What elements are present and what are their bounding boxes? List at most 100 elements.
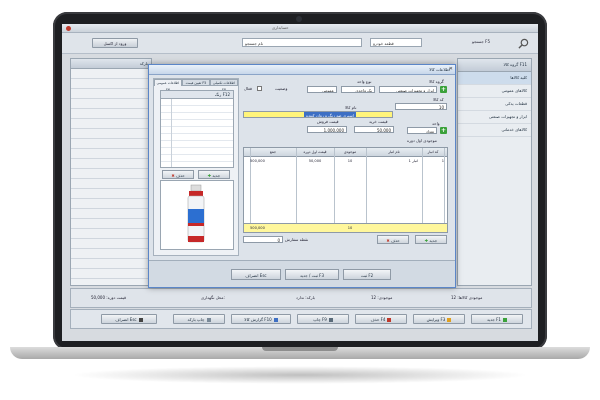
- save-button[interactable]: ثبت F2: [343, 269, 391, 280]
- name-search-input[interactable]: نام جستجو: [242, 38, 362, 47]
- action-bar: جدید F1 ویرایش F3 حذف F4 چاپ F9 گزارش کا…: [70, 309, 532, 329]
- stock-table[interactable]: کد انبار نام انبار موجودی قیمت اول دوره …: [243, 147, 448, 233]
- category-item-industrial[interactable]: ابزار و تجهیزات صنعتی: [458, 111, 531, 124]
- tab-pricing[interactable]: تعیین قیمت F5: [182, 79, 210, 86]
- search-icon[interactable]: [518, 38, 529, 49]
- unit-field[interactable]: تعداد: [407, 127, 437, 134]
- table-row[interactable]: 1 انبار 1 10 50,000 500,000: [244, 157, 447, 165]
- import-excel-button[interactable]: ورود از اکسل: [92, 38, 138, 48]
- plus-icon: [502, 317, 507, 322]
- print-button[interactable]: چاپ F9: [297, 314, 349, 324]
- barcode-print-button[interactable]: چاپ بارکد: [173, 314, 225, 324]
- products-grid[interactable]: بارکد: [70, 58, 152, 286]
- cancel-label: انصراف Esc: [115, 317, 137, 322]
- sell-price-label: قیمت فروش: [317, 119, 339, 124]
- name-field[interactable]: اسپری ضد زنگ و روان کننده: [243, 111, 393, 118]
- table-new-label: جدید: [429, 238, 438, 243]
- unit-add-icon[interactable]: +: [440, 127, 447, 134]
- product-dialog: اطلاعات کالا ✕ اطلاعات عمومی F6 تعیین قی…: [148, 64, 456, 288]
- group-add-icon[interactable]: +: [440, 86, 447, 93]
- group-search-input[interactable]: قطعه خودرو: [370, 38, 422, 47]
- status-sum: قیمت دوره: 50,000: [91, 295, 126, 300]
- active-checkbox[interactable]: [257, 86, 262, 91]
- name-label: نام کالا: [345, 105, 357, 110]
- tab-general-info[interactable]: اطلاعات عمومی F6: [154, 79, 182, 92]
- laptop-base-notch: [262, 347, 338, 351]
- stock-table-footer: 10 500,000: [244, 223, 447, 232]
- camera-icon: [296, 16, 302, 22]
- color-new-button[interactable]: ✚ جدید: [198, 170, 230, 179]
- row-period-price: 50,000: [308, 159, 322, 163]
- dialog-side-panel: اطلاعات عمومی F6 تعیین قیمت F5 اطلاعات ت…: [153, 78, 239, 256]
- new-button[interactable]: جدید F1: [471, 314, 523, 324]
- category-header: گروه کالا F11: [458, 59, 531, 72]
- status-stock: موجودی: 12: [371, 295, 393, 300]
- dialog-tabs: اطلاعات عمومی F6 تعیین قیمت F5 اطلاعات ت…: [154, 79, 238, 92]
- report-button[interactable]: گزارش کالا F10: [231, 314, 291, 324]
- delete-label: حذف F4: [370, 317, 386, 322]
- tab-extra-info[interactable]: اطلاعات تکمیلی F8: [210, 79, 238, 92]
- pencil-icon: [447, 317, 452, 322]
- category-item-general[interactable]: کالاهای عمومی: [458, 85, 531, 98]
- dialog-button-bar: ثبت F2 ثبت / جدید F3 انصراف Esc: [149, 260, 455, 287]
- footer-stock: 10: [347, 226, 353, 230]
- barcode-print-label: چاپ بارکد: [187, 317, 205, 322]
- group-label: گروه کالا: [429, 79, 444, 84]
- col-warehouse-code: کد انبار: [427, 150, 439, 154]
- delete-icon: [387, 317, 392, 322]
- color-new-label: جدید: [212, 173, 221, 178]
- dialog-cancel-button[interactable]: انصراف Esc: [231, 269, 281, 280]
- spray-can-icon: [187, 184, 205, 243]
- stock-table-header: کد انبار نام انبار موجودی قیمت اول دوره …: [244, 148, 447, 157]
- close-icon[interactable]: [66, 26, 71, 31]
- category-item-spare[interactable]: قطعات یدکی: [458, 98, 531, 111]
- toolbar: ورود از اکسل نام جستجو قطعه خودرو جستجو …: [62, 33, 538, 54]
- color-delete-label: حذف: [175, 173, 185, 178]
- row-stock: 10: [347, 159, 353, 163]
- printer-icon: [328, 317, 333, 322]
- buy-price-label: قیمت خرید: [369, 119, 388, 124]
- window-title: حسابداری: [272, 25, 289, 30]
- new-label: جدید F1: [487, 317, 501, 322]
- table-new-button[interactable]: ✚ جدید: [415, 235, 447, 244]
- cancel-button[interactable]: انصراف Esc: [101, 314, 157, 324]
- color-list-header: رنگ F12: [161, 91, 233, 99]
- screen: حسابداری ورود از اکسل نام جستجو قطعه خود…: [62, 24, 538, 341]
- unit-type-select[interactable]: یک واحدی: [341, 86, 375, 93]
- code-field[interactable]: 10: [395, 103, 447, 110]
- edit-button[interactable]: ویرایش F3: [413, 314, 465, 324]
- status-bar: موجودی کالاها: 12 موجودی: 12 بارکد: ندار…: [70, 288, 532, 308]
- category-panel: گروه کالا F11 کلیه کالاها کالاهای عمومی …: [457, 58, 532, 286]
- color-list-rows: [161, 99, 233, 167]
- edit-label: ویرایش F3: [426, 317, 446, 322]
- barcode-icon: [206, 317, 211, 322]
- product-image[interactable]: [160, 180, 234, 250]
- name-selection: اسپری ضد زنگ و روان کننده: [304, 112, 356, 117]
- type-select[interactable]: عمومی: [307, 86, 337, 93]
- order-point-label: نقطه سفارش: [285, 237, 309, 242]
- dialog-close-icon[interactable]: ✕: [449, 66, 453, 73]
- row-warehouse-code: 1: [441, 159, 444, 163]
- laptop-shadow: [70, 366, 530, 384]
- table-delete-button[interactable]: ✖ حذف: [377, 235, 409, 244]
- code-label: کد کالا: [433, 97, 444, 102]
- sell-price-field[interactable]: 1,000,000: [307, 126, 347, 133]
- category-item-services[interactable]: کالاهای خدماتی: [458, 124, 531, 137]
- grid-rows: [71, 69, 151, 285]
- category-item-all[interactable]: کلیه کالاها: [458, 72, 531, 85]
- color-delete-button[interactable]: ✖ حذف: [162, 170, 194, 179]
- color-list[interactable]: رنگ F12: [160, 90, 234, 168]
- save-new-button[interactable]: ثبت / جدید F3: [285, 269, 339, 280]
- order-point-field[interactable]: 0: [243, 236, 283, 243]
- status-place: محل نگهداری:: [201, 295, 225, 300]
- row-total: 500,000: [250, 159, 265, 163]
- report-icon: [273, 317, 278, 322]
- buy-price-field[interactable]: 50,000: [354, 126, 394, 133]
- group-field[interactable]: ابزار و تجهیزات صنعتی: [379, 86, 437, 93]
- grid-header-barcode: بارکد: [71, 59, 151, 69]
- status-barcode: بارکد: ندارد: [296, 295, 315, 300]
- footer-total: 500,000: [250, 226, 265, 230]
- exit-icon: [138, 317, 143, 322]
- delete-button[interactable]: حذف F4: [355, 314, 407, 324]
- unit-type-label: نوع واحد: [357, 79, 372, 84]
